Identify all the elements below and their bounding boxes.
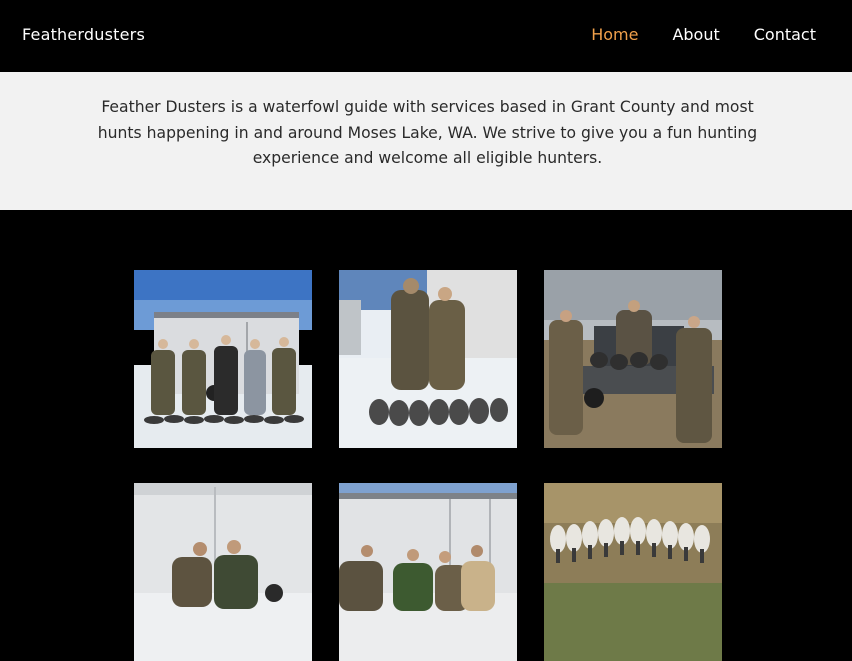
two-hunters-snow-image xyxy=(339,270,517,448)
nav-link-about[interactable]: About xyxy=(672,25,719,44)
gallery-photo-5[interactable] xyxy=(339,483,517,661)
four-hunters-trailer-image xyxy=(339,483,517,661)
navbar: Featherdusters Home About Contact xyxy=(0,0,852,72)
gallery-photo-6[interactable] xyxy=(544,483,722,661)
geese-on-grass-image xyxy=(544,483,722,661)
two-hunters-trailer-image xyxy=(134,483,312,661)
gallery-photo-2[interactable] xyxy=(339,270,517,448)
nav-link-contact[interactable]: Contact xyxy=(754,25,816,44)
three-hunters-truck-image xyxy=(544,270,722,448)
hunters-snow-trailer-image xyxy=(134,270,312,448)
gallery-photo-1[interactable] xyxy=(134,270,312,448)
nav-link-home[interactable]: Home xyxy=(591,25,638,44)
intro-section: Feather Dusters is a waterfowl guide wit… xyxy=(0,72,852,210)
brand-link[interactable]: Featherdusters xyxy=(22,25,145,44)
gallery-photo-4[interactable] xyxy=(134,483,312,661)
gallery-photo-3[interactable] xyxy=(544,270,722,448)
photo-gallery xyxy=(134,270,722,661)
nav-links: Home About Contact xyxy=(591,25,816,44)
intro-text: Feather Dusters is a waterfowl guide wit… xyxy=(97,98,758,167)
